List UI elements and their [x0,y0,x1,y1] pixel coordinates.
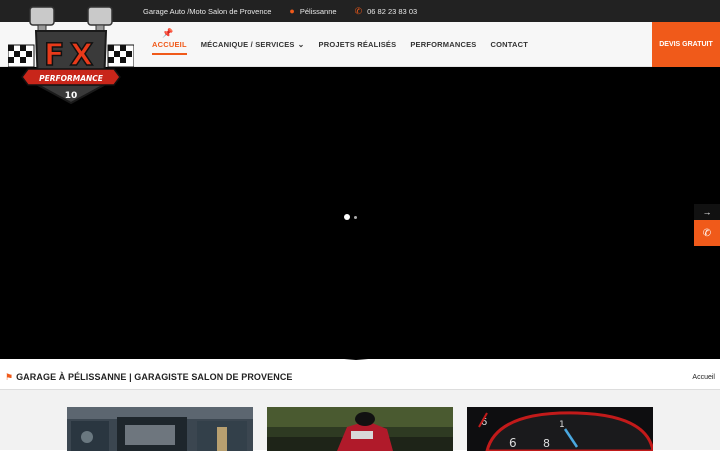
site-logo[interactable]: F X PERFORMANCE 10 [7,3,135,107]
nav-item-label: PERFORMANCES [410,40,477,49]
location-info[interactable]: ● Pélissanne [289,6,336,16]
nav-item-accueil[interactable]: 📌 ACCUEIL [152,28,187,55]
phone-info[interactable]: ✆ 06 82 23 83 03 [355,6,418,17]
svg-text:6: 6 [509,436,517,450]
checkered-flag-left [7,44,35,68]
map-marker-icon: ● [289,6,295,16]
card-tachometer-image[interactable]: 6 6 1 8 [467,407,653,451]
nav-item-label: ACCUEIL [152,40,187,49]
logo-text: PERFORMANCE [39,74,104,83]
svg-text:F: F [44,38,65,73]
slider-dot-active[interactable] [344,214,350,220]
hero-bottom-wave [0,330,720,360]
hero-slider [0,67,720,359]
svg-text:X: X [70,38,93,73]
phone-float-button[interactable]: ✆ [694,220,720,246]
nav-item-label: CONTACT [490,40,529,49]
breadcrumb[interactable]: Accueil [692,374,715,381]
phone-number: 06 82 23 83 03 [367,6,418,16]
card-motorcycle-image[interactable] [267,407,453,451]
nav-item-performances[interactable]: PERFORMANCES [410,40,476,49]
slider-dots [344,214,357,220]
card-garage-image[interactable] [67,407,253,451]
nav-item-contact[interactable]: CONTACT [491,40,529,49]
nav-item-projets[interactable]: PROJETS RÉALISÉS [319,40,397,49]
checkered-flag-right [107,44,135,68]
location-label: Pélissanne [299,6,337,16]
svg-text:1: 1 [559,420,565,430]
phone-icon: ✆ [354,5,363,16]
pin-icon: 📌 [162,28,174,38]
tagline: Garage Auto /Moto Salon de Provence [143,6,272,16]
slider-dot[interactable] [354,215,357,219]
chevron-down-icon: ⌄ [297,40,305,49]
devis-gratuit-button[interactable]: DEVIS GRATUIT [652,22,720,67]
nav-item-label: MÉCANIQUE / SERVICES [200,40,295,49]
logo-number: 10 [65,91,78,101]
content-section: 6 6 1 8 [0,389,720,451]
arrow-right-icon[interactable]: → [694,204,720,220]
flag-icon: ⚑ [5,371,14,382]
nav-item-mecanique[interactable]: MÉCANIQUE / SERVICES ⌄ [201,40,305,49]
main-nav: 📌 ACCUEIL MÉCANIQUE / SERVICES ⌄ PROJETS… [152,22,528,67]
page-title: GARAGE À PÉLISSANNE | GARAGISTE SALON DE… [16,372,293,382]
page-title-bar: ⚑ GARAGE À PÉLISSANNE | GARAGISTE SALON … [0,366,720,388]
svg-text:8: 8 [543,437,550,450]
nav-item-label: PROJETS RÉALISÉS [318,40,397,49]
